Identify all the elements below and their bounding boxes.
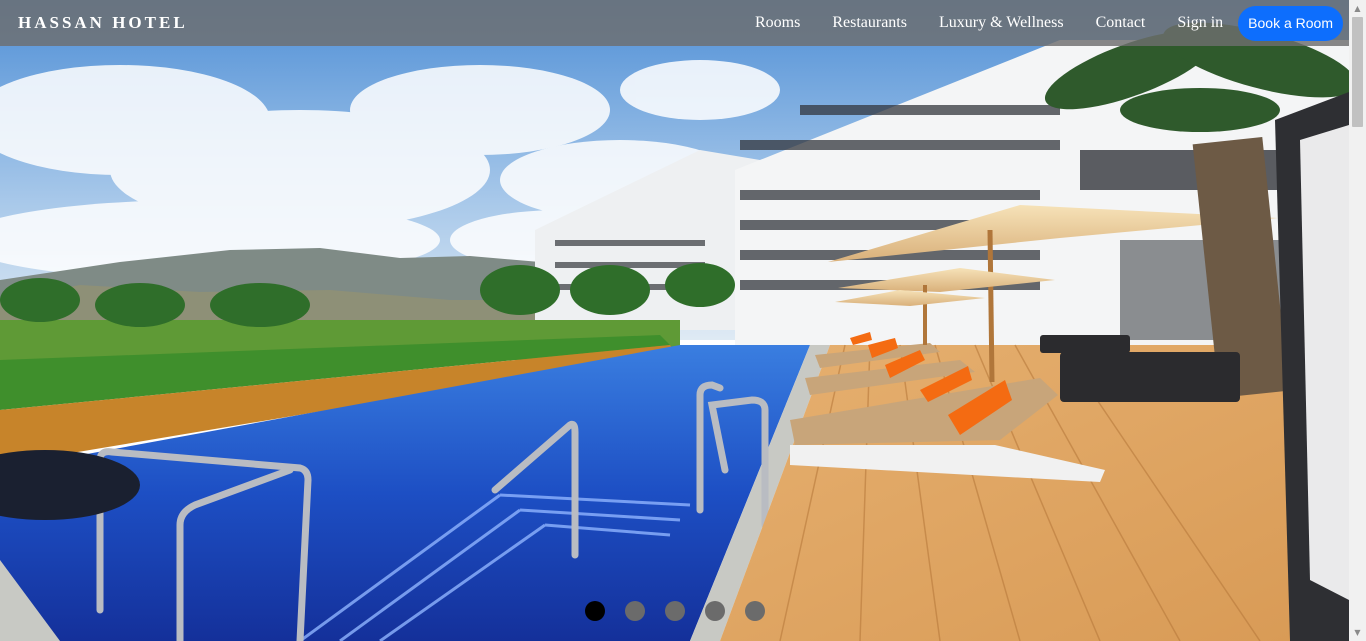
page-scrollbar[interactable]: ▲ ▼ — [1349, 0, 1366, 641]
scroll-thumb[interactable] — [1352, 17, 1363, 127]
nav-link-rooms[interactable]: Rooms — [755, 14, 800, 32]
carousel-indicator-1[interactable] — [585, 601, 605, 621]
nav-link-contact[interactable]: Contact — [1096, 14, 1146, 32]
nav-link-restaurants[interactable]: Restaurants — [832, 14, 907, 32]
carousel-indicator-4[interactable] — [705, 601, 725, 621]
carousel-indicator-5[interactable] — [745, 601, 765, 621]
brand-logo[interactable]: HASSAN HOTEL — [18, 13, 188, 33]
nav-link-sign-in[interactable]: Sign in — [1177, 14, 1223, 32]
carousel-indicators — [585, 601, 785, 621]
nav-links: Rooms Restaurants Luxury & Wellness Cont… — [755, 5, 1343, 41]
hero-image — [0, 0, 1349, 641]
book-a-room-button[interactable]: Book a Room — [1238, 5, 1343, 41]
nav-link-luxury-wellness[interactable]: Luxury & Wellness — [939, 14, 1064, 32]
carousel-indicator-3[interactable] — [665, 601, 685, 621]
scroll-down-arrow-icon[interactable]: ▼ — [1349, 624, 1366, 641]
hero-carousel[interactable] — [0, 0, 1349, 641]
carousel-indicator-2[interactable] — [625, 601, 645, 621]
top-navbar: HASSAN HOTEL Rooms Restaurants Luxury & … — [0, 0, 1349, 46]
scroll-up-arrow-icon[interactable]: ▲ — [1349, 0, 1366, 17]
